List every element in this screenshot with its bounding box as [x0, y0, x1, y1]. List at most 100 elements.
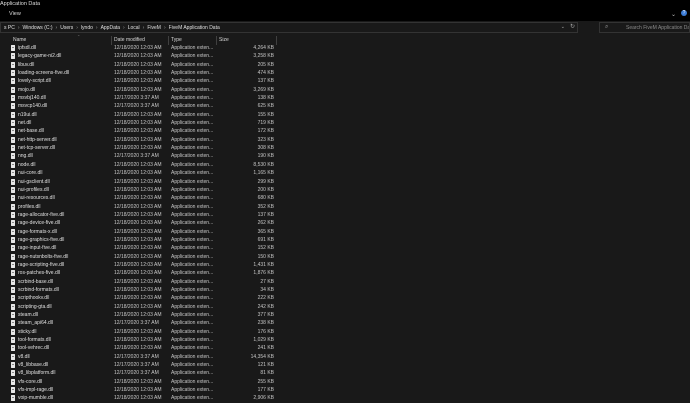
dll-file-icon [11, 111, 15, 118]
breadcrumb-fivem-application-data[interactable]: FiveM Application Data [169, 25, 220, 31]
file-row[interactable]: steam_api64.dll 12/17/2020 3:37 AM Applica… [0, 319, 690, 327]
file-row[interactable]: rage-input-five.dll 12/18/2020 12:03 AM Ap… [0, 244, 690, 252]
file-name: vfs-core.dll [18, 378, 43, 385]
file-row[interactable]: nui-gsclient.dll 12/18/2020 12:03 AM Appli… [0, 178, 690, 186]
chevron-down-icon[interactable]: ⌄ [671, 11, 676, 18]
file-date-modified: 12/18/2020 12:03 AM [114, 45, 162, 51]
breadcrumb-fivem[interactable]: FiveM [147, 25, 161, 31]
chevron-right-icon[interactable]: › [76, 25, 78, 31]
dll-file-icon [11, 203, 15, 210]
file-row[interactable]: net-http-server.dll 12/18/2020 12:03 AM Ap… [0, 136, 690, 144]
breadcrumb-appdata[interactable]: AppData [101, 25, 120, 31]
file-row[interactable]: node.dll 12/18/2020 12:03 AM Application e… [0, 161, 690, 169]
chevron-right-icon[interactable]: › [123, 25, 125, 31]
file-row[interactable]: rage-nutsnbolts-five.dll 12/18/2020 12:03… [0, 253, 690, 261]
chevron-right-icon[interactable]: › [18, 25, 20, 31]
search-box[interactable]: ⌕ [599, 22, 690, 33]
address-bar[interactable]: s PC › Windows (C:) › Users › lyndo › Ap… [0, 22, 578, 33]
file-row[interactable]: msvcp140.dll 12/17/2020 3:37 AM Applicatio… [0, 102, 690, 110]
file-row[interactable]: net-tcp-server.dll 12/18/2020 12:03 AM App… [0, 144, 690, 152]
file-name: scripthookv.dll [18, 295, 50, 302]
file-row[interactable]: tool-formats.dll 12/18/2020 12:03 AM Appli… [0, 336, 690, 344]
file-row[interactable]: rage-device-five.dll 12/18/2020 12:03 AM A… [0, 219, 690, 227]
chevron-right-icon[interactable]: › [56, 25, 58, 31]
file-type: Application exten... [171, 286, 214, 293]
file-size: 34 KB [260, 286, 274, 293]
file-row[interactable]: v8_libbase.dll 12/17/2020 3:37 AM Applicat… [0, 361, 690, 369]
file-size: 242 KB [257, 303, 274, 310]
file-row[interactable]: nng.dll 12/17/2020 3:37 AM Application ext… [0, 152, 690, 160]
file-row[interactable]: rage-allocator-five.dll 12/18/2020 12:03 … [0, 211, 690, 219]
file-row[interactable]: nui-profiles.dll 12/18/2020 12:03 AM Appli… [0, 186, 690, 194]
file-row[interactable]: ipfsdl.dll 12/18/2020 12:03 AM Application… [0, 44, 690, 52]
file-row[interactable]: lovely-script.dll 12/18/2020 12:03 AM Appl… [0, 77, 690, 85]
file-row[interactable]: legacy-game-ni2.dll 12/18/2020 12:03 AM Ap… [0, 52, 690, 60]
file-row[interactable]: net.dll 12/18/2020 12:03 AM Application ex… [0, 119, 690, 127]
file-row[interactable]: steam.dll 12/18/2020 12:03 AM Application … [0, 311, 690, 319]
breadcrumb-this-pc[interactable]: s PC [4, 25, 15, 31]
file-row[interactable]: libuv.dll 12/18/2020 12:03 AM Application … [0, 61, 690, 69]
breadcrumb-local[interactable]: Local [128, 25, 140, 31]
chevron-right-icon[interactable]: › [143, 25, 145, 31]
chevron-right-icon[interactable]: › [164, 25, 166, 31]
breadcrumb-windows-c[interactable]: Windows (C:) [23, 25, 53, 31]
file-row[interactable]: mojo.dll 12/18/2020 12:03 AM Application e… [0, 86, 690, 94]
file-row[interactable]: vfs-impl-rage.dll 12/18/2020 12:03 AM Appl… [0, 386, 690, 394]
file-name: mojo.dll [18, 86, 36, 93]
column-header-type[interactable]: Type [171, 37, 182, 43]
search-input[interactable] [626, 23, 689, 32]
file-type: Application exten... [171, 303, 214, 310]
file-size: 138 KB [257, 95, 274, 102]
breadcrumb-users[interactable]: Users [60, 25, 73, 31]
address-dropdown-icon[interactable]: ⌄ [561, 24, 565, 30]
dll-file-icon [11, 245, 15, 252]
column-header-name[interactable]: Name [13, 37, 26, 43]
file-row[interactable]: ros-patches-five.dll 12/18/2020 12:03 AM A… [0, 269, 690, 277]
file-row[interactable]: rage-formats-x.dll 12/18/2020 12:03 AM App… [0, 228, 690, 236]
file-row[interactable]: loading-screens-five.dll 12/18/2020 12:03… [0, 69, 690, 77]
chevron-right-icon[interactable]: › [96, 25, 98, 31]
file-row[interactable]: net-base.dll 12/18/2020 12:03 AM Applicati… [0, 127, 690, 135]
file-size: 121 KB [257, 362, 274, 369]
view-tab[interactable]: View [9, 11, 21, 17]
file-date-modified: 12/18/2020 12:03 AM [114, 387, 162, 394]
dll-file-icon [11, 278, 15, 285]
file-row[interactable]: scripthookv.dll 12/18/2020 12:03 AM Applic… [0, 294, 690, 302]
file-row[interactable]: scrbind-base.dll 12/18/2020 12:03 AM Appli… [0, 278, 690, 286]
file-date-modified: 12/18/2020 12:03 AM [114, 111, 162, 118]
file-row[interactable]: nui-resources.dll 12/18/2020 12:03 AM Appl… [0, 194, 690, 202]
file-row[interactable]: v8_libplatform.dll 12/17/2020 3:37 AM Appl… [0, 369, 690, 377]
file-row[interactable]: scripting-gta.dll 12/18/2020 12:03 AM Appl… [0, 303, 690, 311]
file-type: Application exten... [171, 228, 214, 235]
file-size: 299 KB [257, 178, 274, 185]
file-name: vfs-impl-rage.dll [18, 387, 54, 394]
help-icon[interactable]: ? [681, 10, 687, 16]
file-name: n19ui.dll [18, 111, 37, 118]
file-row[interactable]: rage-graphics-five.dll 12/18/2020 12:03 A… [0, 236, 690, 244]
file-row[interactable]: vfs-core.dll 12/18/2020 12:03 AM Applicati… [0, 378, 690, 386]
file-size: 691 KB [257, 236, 274, 243]
file-row[interactable]: tool-vehrec.dll 12/18/2020 12:03 AM Applic… [0, 344, 690, 352]
file-size: 3,269 KB [253, 86, 274, 93]
column-header-size[interactable]: Size [219, 37, 229, 43]
file-row[interactable]: scrbind-formats.dll 12/18/2020 12:03 AM Ap… [0, 286, 690, 294]
breadcrumb-lyndo[interactable]: lyndo [81, 25, 93, 31]
file-row[interactable]: nui-core.dll 12/18/2020 12:03 AM Applicati… [0, 169, 690, 177]
file-size: 262 KB [257, 220, 274, 227]
file-row[interactable]: msvbj140.dll 12/17/2020 3:37 AM Applicatio… [0, 94, 690, 102]
file-row[interactable]: rage-scripting-five.dll 12/18/2020 12:03 … [0, 261, 690, 269]
column-header-date[interactable]: Date modified [114, 37, 145, 43]
file-name: v8.dll [18, 353, 30, 360]
dll-file-icon [11, 161, 15, 168]
file-type: Application exten... [171, 337, 214, 344]
file-name: steam.dll [18, 312, 39, 318]
refresh-icon[interactable]: ↻ [570, 23, 575, 30]
file-type: Application exten... [171, 161, 214, 168]
file-size: 222 KB [257, 295, 274, 302]
file-row[interactable]: profiles.dll 12/18/2020 12:03 AM Applicati… [0, 203, 690, 211]
file-size: 377 KB [257, 312, 274, 318]
file-row[interactable]: v8.dll 12/17/2020 3:37 AM Application exte… [0, 353, 690, 361]
file-row[interactable]: sticky.dll 12/18/2020 12:03 AM Application… [0, 328, 690, 336]
file-row[interactable]: n19ui.dll 12/18/2020 12:03 AM Application … [0, 111, 690, 119]
file-date-modified: 12/18/2020 12:03 AM [114, 278, 162, 285]
